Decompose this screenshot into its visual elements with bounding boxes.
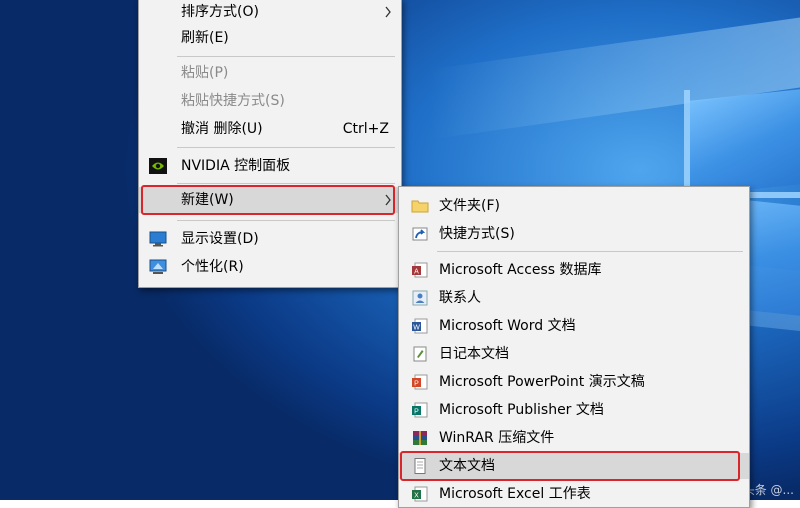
- contact-icon: [412, 290, 428, 306]
- submenu-item-contact[interactable]: 联系人: [399, 285, 749, 311]
- menu-item-sort-by[interactable]: 排序方式(O): [139, 0, 401, 25]
- menu-item-paste-shortcut[interactable]: 粘贴快捷方式(S): [139, 88, 401, 114]
- submenu-item-label: Microsoft Word 文档: [439, 318, 576, 334]
- submenu-item-access-database[interactable]: A Microsoft Access 数据库: [399, 257, 749, 283]
- submenu-item-label: 文件夹(F): [439, 198, 500, 214]
- chevron-right-icon: [385, 6, 391, 18]
- submenu-item-winrar-archive[interactable]: WinRAR 压缩文件: [399, 425, 749, 451]
- menu-separator: [177, 220, 395, 221]
- submenu-item-label: 日记本文档: [439, 346, 509, 362]
- watermark: 头条 @...: [742, 483, 794, 497]
- submenu-item-label: Microsoft Access 数据库: [439, 262, 602, 278]
- menu-separator: [177, 56, 395, 57]
- menu-item-undo-delete[interactable]: 撤消 删除(U) Ctrl+Z: [139, 116, 401, 142]
- submenu-item-label: Microsoft Excel 工作表: [439, 486, 591, 502]
- menu-separator: [177, 183, 395, 184]
- folder-icon: [411, 200, 429, 213]
- highlight-box-text-document: [400, 451, 740, 481]
- menu-item-label: 粘贴(P): [181, 65, 229, 81]
- submenu-item-powerpoint-presentation[interactable]: P Microsoft PowerPoint 演示文稿: [399, 369, 749, 395]
- shortcut-icon: [412, 227, 428, 241]
- submenu-item-journal-document[interactable]: 日记本文档: [399, 341, 749, 367]
- powerpoint-icon: P: [412, 374, 428, 390]
- highlight-box-new: [141, 185, 395, 215]
- word-icon: W: [412, 318, 428, 334]
- menu-separator: [177, 147, 395, 148]
- windows-logo-pane: [690, 89, 800, 196]
- menu-item-label: 个性化(R): [181, 259, 244, 275]
- menu-item-paste[interactable]: 粘贴(P): [139, 60, 401, 86]
- menu-item-label: 排序方式(O): [181, 4, 259, 20]
- menu-item-label: NVIDIA 控制面板: [181, 158, 291, 174]
- submenu-item-label: Microsoft PowerPoint 演示文稿: [439, 374, 645, 390]
- submenu-item-publisher-document[interactable]: P Microsoft Publisher 文档: [399, 397, 749, 423]
- menu-item-label: 刷新(E): [181, 30, 229, 46]
- svg-text:P: P: [414, 409, 419, 416]
- submenu-item-folder[interactable]: 文件夹(F): [399, 193, 749, 219]
- svg-text:X: X: [414, 493, 419, 500]
- submenu-item-label: 快捷方式(S): [439, 226, 515, 242]
- menu-item-label: 粘贴快捷方式(S): [181, 93, 285, 109]
- submenu-item-word-document[interactable]: W Microsoft Word 文档: [399, 313, 749, 339]
- submenu-item-label: WinRAR 压缩文件: [439, 430, 555, 446]
- new-submenu: 文件夹(F) 快捷方式(S) A Microsoft Access 数据库 联系…: [398, 186, 750, 508]
- svg-text:P: P: [414, 381, 419, 388]
- menu-item-label: 撤消 删除(U): [181, 121, 263, 137]
- nvidia-icon: [149, 158, 167, 174]
- personalize-icon: [149, 259, 167, 274]
- submenu-item-label: 联系人: [439, 290, 481, 306]
- menu-item-label: 显示设置(D): [181, 231, 259, 247]
- submenu-item-shortcut[interactable]: 快捷方式(S): [399, 221, 749, 247]
- menu-separator: [437, 251, 743, 252]
- menu-item-display-settings[interactable]: 显示设置(D): [139, 226, 401, 252]
- winrar-icon: [413, 431, 427, 445]
- svg-text:W: W: [413, 325, 420, 332]
- menu-item-shortcut: Ctrl+Z: [342, 121, 389, 137]
- menu-item-refresh[interactable]: 刷新(E): [139, 25, 401, 51]
- menu-item-nvidia-control-panel[interactable]: NVIDIA 控制面板: [139, 153, 401, 179]
- submenu-item-label: Microsoft Publisher 文档: [439, 402, 604, 418]
- svg-text:A: A: [414, 269, 419, 276]
- submenu-item-excel-worksheet[interactable]: X Microsoft Excel 工作表: [399, 481, 749, 507]
- display-settings-icon: [149, 231, 167, 247]
- publisher-icon: P: [412, 402, 428, 418]
- journal-icon: [413, 346, 427, 362]
- desktop-context-menu: 排序方式(O) 刷新(E) 粘贴(P) 粘贴快捷方式(S) 撤消 删除(U) C…: [138, 0, 402, 288]
- menu-item-personalize[interactable]: 个性化(R): [139, 254, 401, 280]
- access-icon: A: [412, 262, 428, 278]
